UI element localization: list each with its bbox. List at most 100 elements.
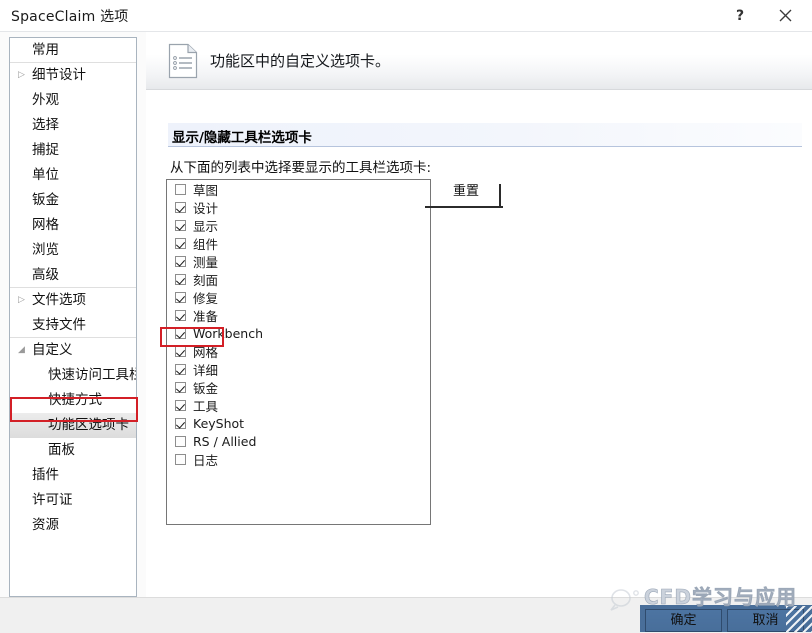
list-item[interactable]: 详细 xyxy=(167,360,430,378)
page-title: 功能区中的自定义选项卡。 xyxy=(210,52,391,70)
checkbox-icon[interactable] xyxy=(175,219,186,231)
list-item[interactable]: 钣金 xyxy=(167,378,430,396)
sidebar-item-17[interactable]: 插件 xyxy=(10,463,136,488)
sidebar-item-label: 功能区选项卡 xyxy=(48,417,129,433)
list-item-label: RS / Allied xyxy=(193,433,257,449)
options-dialog: SpaceClaim 选项 ? 常用 ▷ 细节设计 外观 选择 捕捉 单位 钣金 网格 浏览 高级 ▷… xyxy=(0,0,812,633)
checkbox-icon[interactable] xyxy=(175,399,186,411)
sidebar-item-label: 文件选项 xyxy=(32,292,86,308)
chevron-right-icon[interactable]: ▷ xyxy=(18,288,25,313)
sidebar-item-label: 高级 xyxy=(32,267,59,283)
sidebar-item-3[interactable]: 选择 xyxy=(10,113,136,138)
reset-button-edge-bottom xyxy=(425,206,503,208)
sidebar-item-label: 常用 xyxy=(32,42,59,58)
list-item-label: KeyShot xyxy=(193,415,245,431)
sidebar-item-label: 快速访问工具栏 xyxy=(48,367,137,383)
sidebar-item-13[interactable]: 快速访问工具栏 xyxy=(10,363,136,388)
list-item-label: 刻面 xyxy=(193,272,219,288)
sidebar-item-16[interactable]: 面板 xyxy=(10,438,136,463)
checkbox-icon[interactable] xyxy=(175,363,186,375)
cancel-button[interactable]: 取消 xyxy=(727,609,804,632)
checkbox-icon[interactable] xyxy=(175,237,186,249)
title-bar: SpaceClaim 选项 ? xyxy=(0,0,812,32)
cancel-button-label: 取消 xyxy=(752,613,779,628)
ok-button[interactable]: 确定 xyxy=(645,609,722,632)
sidebar-item-label: 网格 xyxy=(32,217,59,233)
chevron-right-icon[interactable]: ▷ xyxy=(18,63,25,88)
list-item-label: 网格 xyxy=(193,344,219,360)
list-item[interactable]: 显示 xyxy=(167,216,430,234)
sidebar-item-2[interactable]: 外观 xyxy=(10,88,136,113)
reset-button-edge-right xyxy=(499,184,501,208)
list-item[interactable]: 草图 xyxy=(167,180,430,198)
sidebar-item-12[interactable]: ◢ 自定义 xyxy=(10,338,136,363)
sidebar-item-label: 外观 xyxy=(32,92,59,108)
sidebar-item-label: 许可证 xyxy=(32,492,73,508)
list-item[interactable]: KeyShot xyxy=(167,414,430,432)
sidebar-item-label: 插件 xyxy=(32,467,59,483)
list-caption: 从下面的列表中选择要显示的工具栏选项卡: xyxy=(170,160,432,176)
checkbox-icon[interactable] xyxy=(175,273,186,285)
checkbox-icon[interactable] xyxy=(175,345,186,357)
sidebar-item-7[interactable]: 网格 xyxy=(10,213,136,238)
list-item[interactable]: 测量 xyxy=(167,252,430,270)
checkbox-icon[interactable] xyxy=(175,435,186,447)
list-item-label: 工具 xyxy=(193,398,219,414)
sidebar-item-1[interactable]: ▷ 细节设计 xyxy=(10,63,136,88)
close-button[interactable] xyxy=(765,0,805,31)
sidebar-item-label: 单位 xyxy=(32,167,59,183)
sidebar-item-label: 钣金 xyxy=(32,192,59,208)
list-item-label: 日志 xyxy=(193,452,219,468)
checkbox-icon[interactable] xyxy=(175,327,186,339)
checkbox-icon[interactable] xyxy=(175,381,186,393)
list-item[interactable]: 工具 xyxy=(167,396,430,414)
list-item[interactable]: 修复 xyxy=(167,288,430,306)
sidebar-item-label: 浏览 xyxy=(32,242,59,258)
sidebar-item-19[interactable]: 资源 xyxy=(10,513,136,538)
checkbox-icon[interactable] xyxy=(175,291,186,303)
sidebar-item-label: 选择 xyxy=(32,117,59,133)
sidebar-item-6[interactable]: 钣金 xyxy=(10,188,136,213)
sidebar-item-15[interactable]: 功能区选项卡 xyxy=(10,413,136,438)
list-item[interactable]: 准备 xyxy=(167,306,430,324)
checkbox-icon[interactable] xyxy=(175,453,186,465)
checkbox-icon[interactable] xyxy=(175,201,186,213)
list-item[interactable]: 刻面 xyxy=(167,270,430,288)
checkbox-icon[interactable] xyxy=(175,255,186,267)
list-item-label: 组件 xyxy=(193,236,219,252)
sidebar-item-11[interactable]: 支持文件 xyxy=(10,313,136,338)
list-item-label: 钣金 xyxy=(193,380,219,396)
sidebar-item-10[interactable]: ▷ 文件选项 xyxy=(10,288,136,313)
sidebar-item-label: 面板 xyxy=(48,442,75,458)
sidebar-item-5[interactable]: 单位 xyxy=(10,163,136,188)
sidebar-item-8[interactable]: 浏览 xyxy=(10,238,136,263)
sidebar-item-14[interactable]: 快捷方式 xyxy=(10,388,136,413)
list-item[interactable]: 设计 xyxy=(167,198,430,216)
settings-navigation-panel[interactable]: 常用 ▷ 细节设计外观选择捕捉单位钣金网格浏览高级 ▷ 文件选项支持文件 ◢ 自定义快速访问… xyxy=(9,37,137,597)
list-item[interactable]: 日志 xyxy=(167,450,430,468)
checkbox-icon[interactable] xyxy=(175,309,186,321)
document-list-icon xyxy=(168,43,198,79)
list-item-label: 设计 xyxy=(193,200,219,216)
sidebar-item-18[interactable]: 许可证 xyxy=(10,488,136,513)
checkbox-icon[interactable] xyxy=(175,417,186,429)
checkbox-icon[interactable] xyxy=(175,183,186,195)
ok-button-label: 确定 xyxy=(670,613,697,628)
help-button[interactable]: ? xyxy=(720,0,760,31)
list-item[interactable]: 组件 xyxy=(167,234,430,252)
toolbar-tabs-listbox[interactable]: 草图设计显示组件 测量刻面 修复 准备 Workbench 网格 详细钣金工具 KeyShot… xyxy=(166,179,431,525)
sidebar-item-label: 捕捉 xyxy=(32,142,59,158)
sidebar-item-label: 支持文件 xyxy=(32,317,86,333)
sidebar-item-label: 细节设计 xyxy=(32,67,86,83)
section-title: 显示/隐藏工具栏选项卡 xyxy=(172,130,312,146)
sidebar-item-9[interactable]: 高级 xyxy=(10,263,136,288)
help-icon: ? xyxy=(735,7,745,24)
sidebar-item-4[interactable]: 捕捉 xyxy=(10,138,136,163)
chevron-down-icon[interactable]: ◢ xyxy=(18,338,25,363)
list-item[interactable]: 网格 xyxy=(167,342,430,360)
list-item[interactable]: RS / Allied xyxy=(167,432,430,450)
list-item[interactable]: Workbench xyxy=(167,324,430,342)
reset-button[interactable]: 重置 xyxy=(425,182,503,208)
sidebar-item-0[interactable]: 常用 xyxy=(10,38,136,63)
list-item-label: 显示 xyxy=(193,218,219,234)
